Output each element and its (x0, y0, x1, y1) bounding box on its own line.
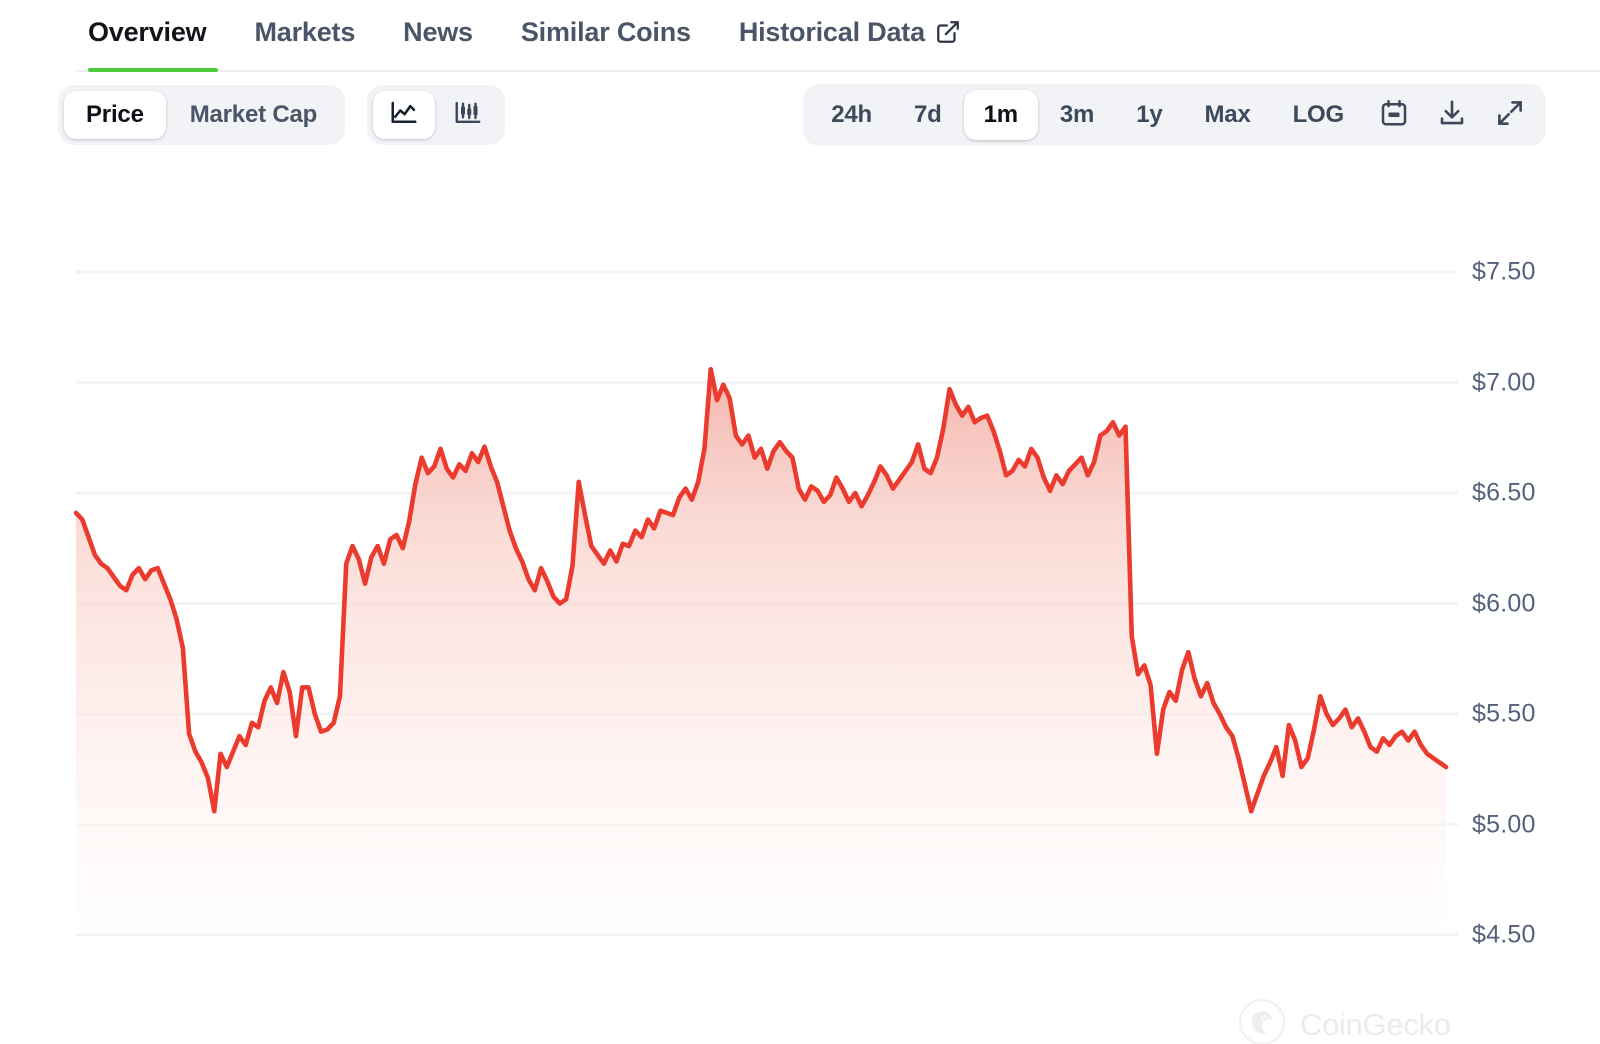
y-axis-label: $6.00 (1472, 589, 1536, 618)
line-chart-icon (389, 98, 419, 133)
price-chart-canvas[interactable] (0, 150, 1600, 1040)
y-axis-label: $6.50 (1472, 479, 1536, 508)
tab-news[interactable]: News (379, 0, 497, 72)
price-chart[interactable]: $7.50$7.00$6.50$6.00$5.50$5.00$4.50 Coin… (0, 150, 1600, 1040)
tab-historical-data-label: Historical Data (739, 17, 925, 48)
download-chart-button[interactable] (1424, 90, 1480, 140)
y-axis-label: $5.00 (1472, 810, 1536, 839)
tab-historical-data[interactable]: Historical Data (715, 0, 985, 72)
download-icon (1437, 98, 1467, 133)
y-axis-label: $5.50 (1472, 700, 1536, 729)
metric-toggle-group: Price Market Cap (58, 85, 345, 145)
chart-type-toggle-group (367, 85, 505, 145)
expand-icon (1495, 98, 1525, 133)
log-scale-button[interactable]: LOG (1273, 90, 1364, 140)
external-link-icon (935, 19, 961, 45)
fullscreen-button[interactable] (1482, 90, 1538, 140)
range-3m-button[interactable]: 3m (1040, 90, 1114, 140)
date-range-button[interactable] (1366, 90, 1422, 140)
y-axis-label: $7.50 (1472, 258, 1536, 287)
range-max-button[interactable]: Max (1185, 90, 1271, 140)
tab-markets-label: Markets (254, 17, 355, 48)
tab-overview[interactable]: Overview (76, 0, 230, 72)
range-7d-button[interactable]: 7d (894, 90, 962, 140)
range-1m-button[interactable]: 1m (964, 90, 1038, 140)
candlestick-chart-button[interactable] (437, 91, 499, 139)
y-axis-label: $7.00 (1472, 368, 1536, 397)
tab-markets[interactable]: Markets (230, 0, 379, 72)
tab-similar-coins[interactable]: Similar Coins (497, 0, 715, 72)
range-24h-button[interactable]: 24h (811, 90, 892, 140)
tab-news-label: News (403, 17, 473, 48)
range-1y-button[interactable]: 1y (1116, 90, 1182, 140)
line-chart-button[interactable] (373, 91, 435, 139)
calendar-icon (1379, 98, 1409, 133)
range-and-actions-group: 24h 7d 1m 3m 1y Max LOG (803, 84, 1546, 146)
y-axis-label: $4.50 (1472, 921, 1536, 950)
candlestick-chart-icon (453, 98, 483, 133)
tab-overview-label: Overview (88, 17, 206, 48)
tab-similar-coins-label: Similar Coins (521, 17, 691, 48)
chart-toolbar-left: Price Market Cap (58, 85, 505, 145)
metric-price-button[interactable]: Price (64, 91, 166, 139)
chart-toolbar: Price Market Cap (0, 72, 1600, 150)
tab-bar: Overview Markets News Similar Coins Hist… (0, 0, 1600, 72)
metric-market-cap-button[interactable]: Market Cap (168, 91, 339, 139)
